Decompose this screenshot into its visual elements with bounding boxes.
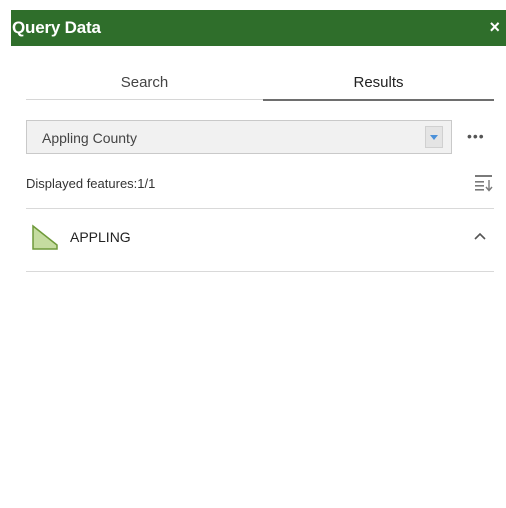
feature-label: APPLING	[70, 229, 131, 245]
feature-list-item[interactable]: APPLING	[26, 209, 494, 271]
chevron-up-icon[interactable]	[473, 230, 487, 242]
polygon-symbol-icon	[32, 224, 58, 250]
layer-select[interactable]: Appling County	[26, 120, 452, 154]
panel-title: Query Data	[12, 18, 101, 37]
panel-header: Query Data ×	[11, 10, 506, 46]
more-options-button[interactable]: •••	[467, 128, 491, 144]
tab-results[interactable]: Results	[263, 68, 494, 101]
tab-bar: Search Results	[26, 68, 494, 101]
displayed-features-count: Displayed features:1/1	[26, 176, 156, 191]
layer-select-value: Appling County	[42, 130, 137, 146]
sort-icon[interactable]	[474, 174, 494, 192]
query-data-panel: Query Data × Search Results Appling Coun…	[0, 0, 506, 508]
divider	[26, 271, 494, 272]
tab-search[interactable]: Search	[26, 68, 263, 100]
close-button[interactable]: ×	[489, 16, 500, 38]
chevron-down-icon[interactable]	[425, 126, 443, 148]
